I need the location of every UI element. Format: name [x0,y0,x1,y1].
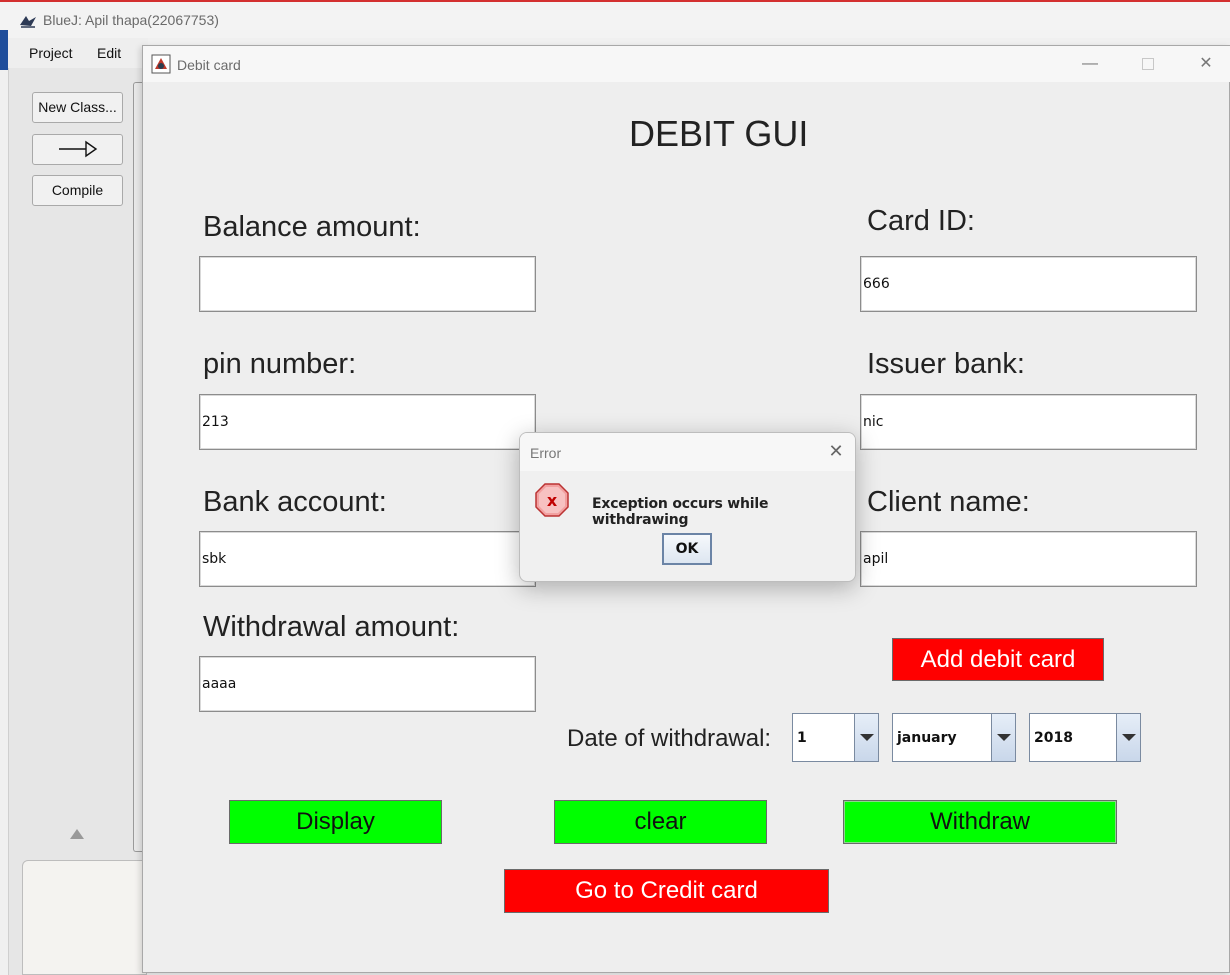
client-name-label: Client name: [867,486,1030,518]
add-debit-card-button[interactable]: Add debit card [892,638,1104,681]
display-button[interactable]: Display [229,800,442,844]
error-dialog: Error ✕ x Exception occurs while withdra… [519,432,856,582]
year-select-value: 2018 [1034,730,1073,746]
close-icon[interactable]: ✕ [1196,55,1216,73]
menu-edit[interactable]: Edit [97,45,121,61]
debit-window-title: Debit card [177,57,241,73]
chevron-down-icon[interactable] [854,714,878,761]
balance-amount-label: Balance amount: [203,211,421,243]
svg-text:x: x [547,491,558,510]
withdrawal-amount-field[interactable]: aaaa [199,656,536,712]
ok-button[interactable]: OK [662,533,712,565]
year-select[interactable]: 2018 [1029,713,1141,762]
new-class-button[interactable]: New Class... [32,92,123,123]
menu-project[interactable]: Project [29,45,73,61]
page-title: DEBIT GUI [629,113,809,154]
taskbar-accent [0,30,8,70]
error-dialog-title: Error [530,445,562,461]
expand-up-icon[interactable] [70,829,84,839]
issuer-bank-field[interactable]: nic [860,394,1197,450]
month-select-value: january [897,730,957,746]
bluej-title-text: BlueJ: Apil thapa(22067753) [43,12,219,28]
withdraw-button[interactable]: Withdraw [843,800,1117,844]
clear-button[interactable]: clear [554,800,767,844]
card-id-label: Card ID: [867,205,975,237]
arrow-button[interactable] [32,134,123,165]
card-id-field[interactable]: 666 [860,256,1197,312]
bluej-logo-icon [20,16,36,28]
bluej-menubar: Project Edit [8,38,148,68]
pin-number-field[interactable]: 213 [199,394,536,450]
error-message: Exception occurs while withdrawing [592,496,769,528]
day-select-value: 1 [797,730,807,746]
bank-account-field[interactable]: sbk [199,531,536,587]
error-dialog-titlebar: Error ✕ [520,433,855,471]
month-select[interactable]: january [892,713,1016,762]
debit-window-titlebar: Debit card — ✕ [143,46,1230,82]
balance-amount-field[interactable] [199,256,536,312]
minimize-icon[interactable]: — [1080,55,1100,73]
day-select[interactable]: 1 [792,713,879,762]
java-app-icon [151,54,171,74]
withdrawal-amount-label: Withdrawal amount: [203,611,460,643]
chevron-down-icon[interactable] [991,714,1015,761]
issuer-bank-label: Issuer bank: [867,348,1025,380]
error-x-icon: x [535,483,569,517]
chevron-down-icon[interactable] [1116,714,1140,761]
arrow-right-icon [58,140,97,158]
pin-number-label: pin number: [203,348,357,380]
close-icon[interactable]: ✕ [826,441,846,461]
date-of-withdrawal-label: Date of withdrawal: [567,725,772,752]
compile-button[interactable]: Compile [32,175,123,206]
maximize-icon[interactable] [1138,55,1158,73]
go-to-credit-card-button[interactable]: Go to Credit card [504,869,829,913]
bluej-object-bench [22,860,147,975]
client-name-field[interactable]: apil [860,531,1197,587]
bank-account-label: Bank account: [203,486,387,518]
bluej-titlebar: BlueJ: Apil thapa(22067753) [0,0,1230,38]
